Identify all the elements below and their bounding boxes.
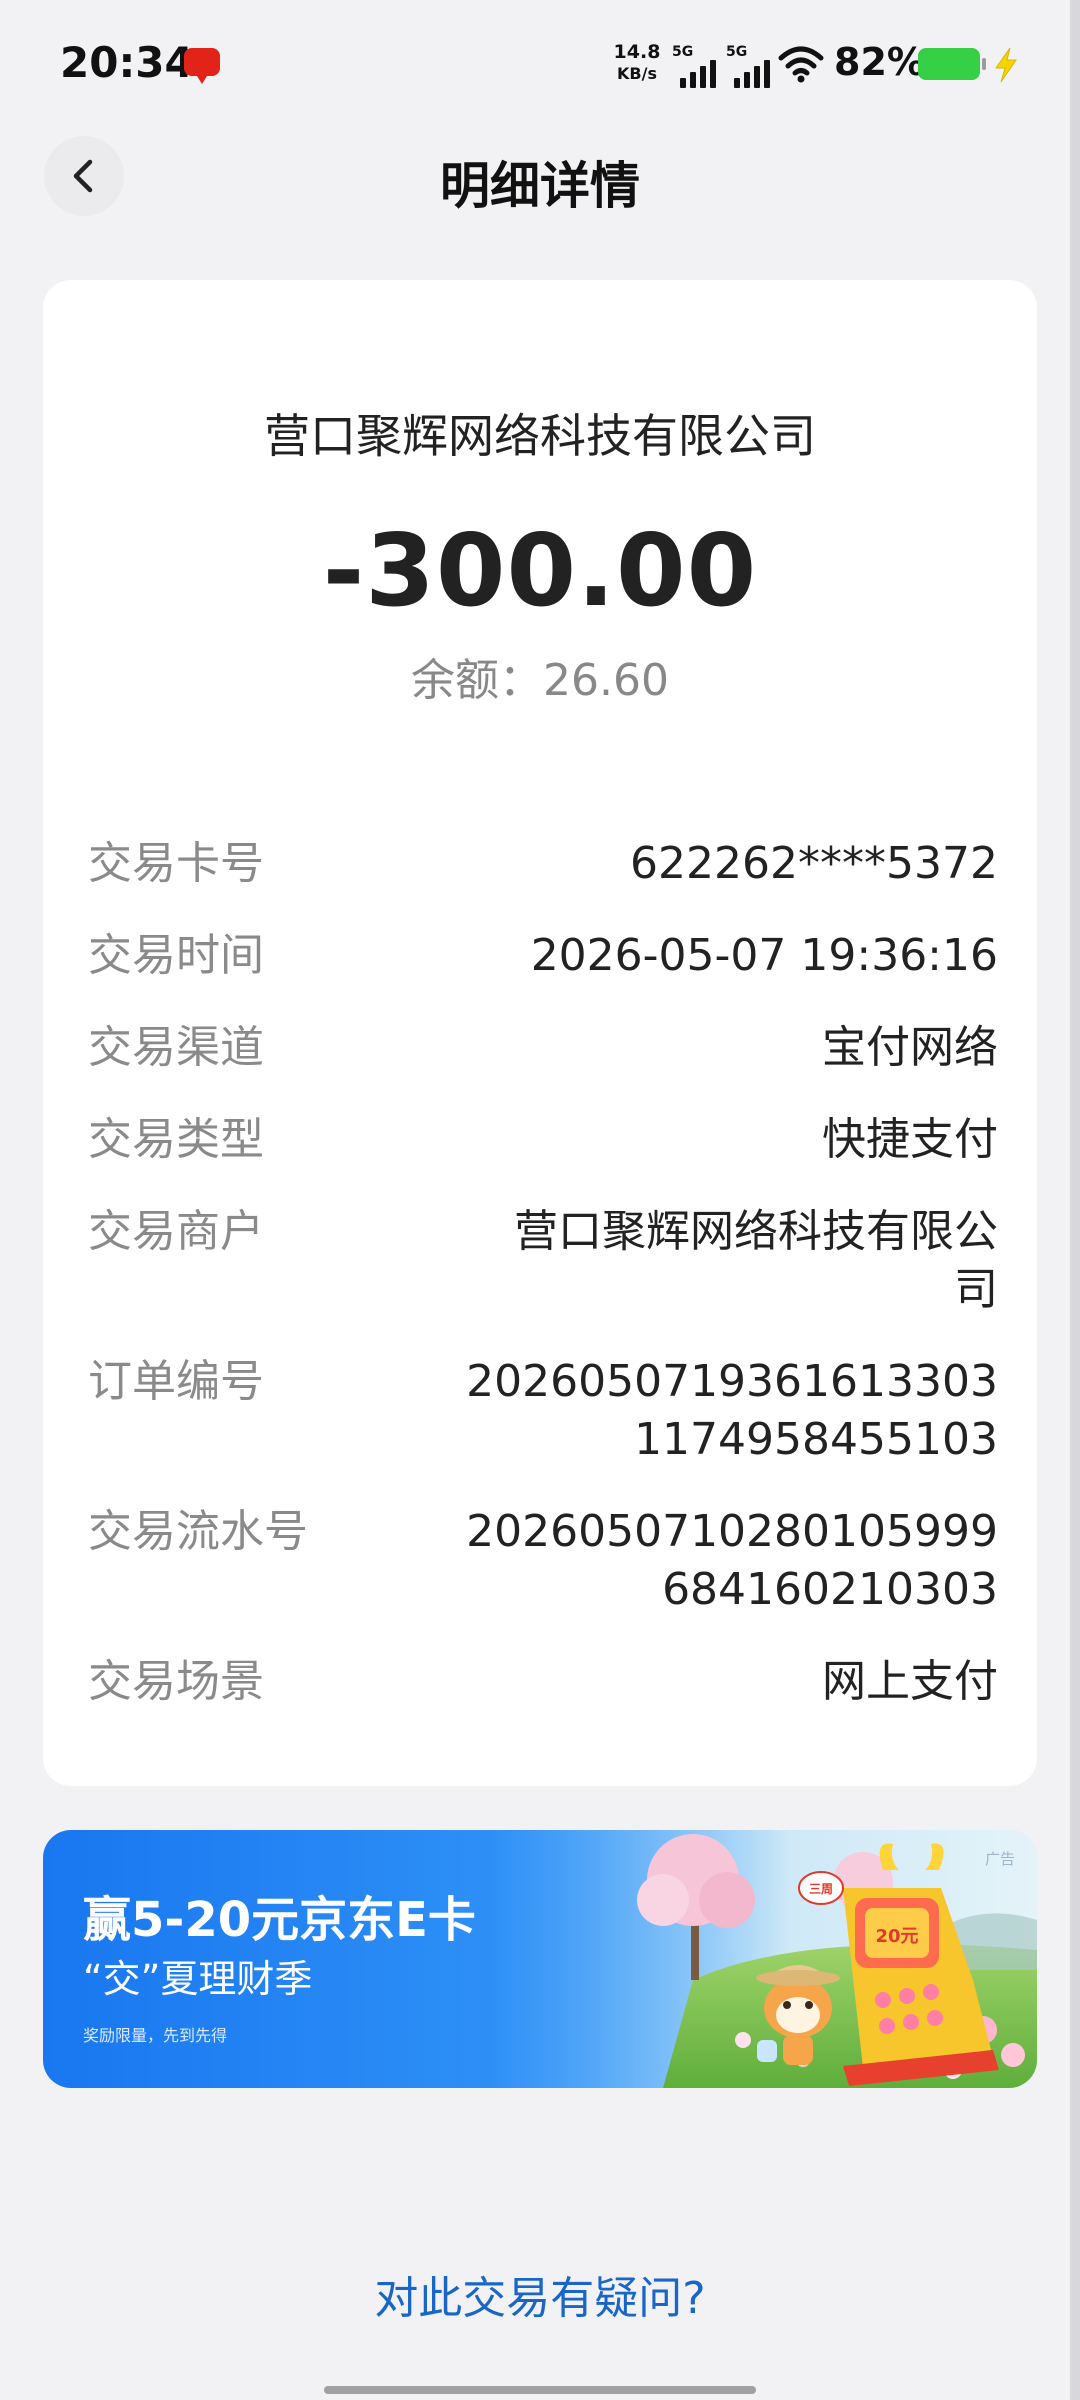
ad-banner[interactable]: 20元 三周 赢5-20元京东E卡 “交”夏理财季 奖励限量，先到先得 广告 bbox=[43, 1830, 1037, 2088]
ad-title: 赢5-20元京东E卡 bbox=[83, 1892, 476, 1948]
ad-speech-badge: 三周 bbox=[809, 1882, 833, 1896]
detail-value: 网上支付 bbox=[822, 1656, 998, 1707]
transaction-detail-page: 20:34 14.8 KB/s 5G 5G 82% 明细详情 营口聚辉网络科技有… bbox=[0, 0, 1080, 2400]
status-bar: 20:34 14.8 KB/s 5G 5G 82% bbox=[0, 0, 1080, 130]
home-indicator[interactable] bbox=[324, 2386, 756, 2394]
detail-value: 20260507193616133031174958455103 bbox=[466, 1356, 998, 1465]
ad-illustration: 20元 三周 bbox=[543, 1830, 1037, 2088]
detail-label: 交易流水号 bbox=[88, 1506, 308, 1557]
balance-text: 余额：26.60 bbox=[411, 655, 669, 706]
detail-value: 快捷支付 bbox=[822, 1114, 998, 1165]
notification-icon bbox=[184, 48, 220, 84]
detail-label: 交易商户 bbox=[88, 1206, 264, 1257]
ad-label: 广告 bbox=[984, 1850, 1015, 1868]
detail-value: 20260507102801059996841602103​03 bbox=[466, 1506, 998, 1615]
detail-value: 2026-05-07 19:36:16 bbox=[530, 930, 998, 981]
signal-label: 5G bbox=[726, 44, 748, 60]
battery-icon bbox=[918, 48, 986, 80]
detail-label: 交易卡号 bbox=[88, 838, 264, 889]
detail-label: 交易类型 bbox=[88, 1114, 264, 1165]
detail-value: 营口聚辉网络科技有限公司 bbox=[514, 1206, 998, 1315]
transaction-question-link[interactable]: 对此交易有疑问? bbox=[0, 2262, 1080, 2326]
transaction-amount: -300.00 bbox=[322, 512, 758, 629]
detail-label: 交易时间 bbox=[88, 930, 264, 981]
charging-bolt-icon bbox=[995, 47, 1017, 83]
detail-value: 622262****5372 bbox=[630, 838, 998, 889]
network-speed: 14.8 KB/s bbox=[612, 42, 662, 84]
status-time: 20:34 bbox=[60, 38, 194, 87]
ad-badge-value: 20元 bbox=[875, 1926, 918, 1947]
detail-value: 宝付网络 bbox=[822, 1022, 998, 1073]
detail-label: 订单编号 bbox=[88, 1356, 264, 1407]
detail-label: 交易渠道 bbox=[88, 1022, 264, 1073]
transaction-card: 营口聚辉网络科技有限公司 -300.00 余额：26.60 交易卡号 62226… bbox=[43, 280, 1037, 1786]
page-title: 明细详情 bbox=[440, 157, 640, 215]
ad-note: 奖励限量，先到先得 bbox=[83, 2026, 228, 2045]
scrollbar bbox=[1070, 0, 1080, 2400]
network-speed-unit: KB/s bbox=[617, 64, 657, 83]
detail-label: 交易场景 bbox=[88, 1656, 264, 1707]
ad-subtitle: “交”夏理财季 bbox=[83, 1957, 313, 2001]
network-speed-value: 14.8 bbox=[613, 41, 661, 63]
cellular-signal-icon: 5G bbox=[726, 44, 770, 88]
signal-label: 5G bbox=[672, 44, 694, 60]
merchant-name: 营口聚辉网络科技有限公司 bbox=[264, 409, 816, 463]
battery-percent: 82% bbox=[834, 40, 925, 84]
wifi-icon bbox=[778, 46, 824, 83]
cellular-signal-icon: 5G bbox=[672, 44, 716, 88]
